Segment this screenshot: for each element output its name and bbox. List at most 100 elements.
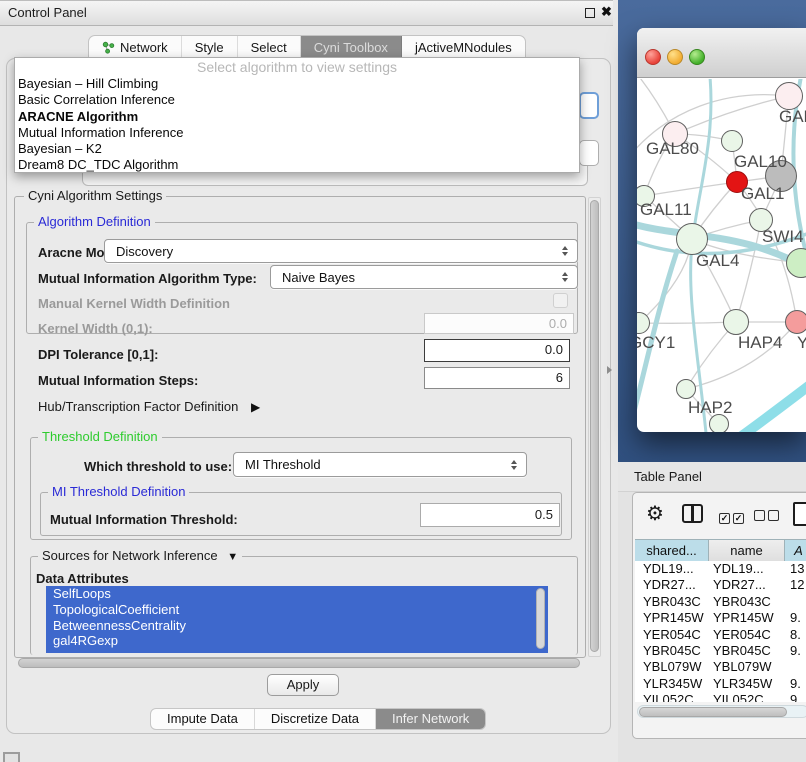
dropdown-item[interactable]: Bayesian – K2 — [15, 141, 579, 157]
network-icon — [102, 41, 115, 54]
zoom-window-button[interactable] — [689, 49, 705, 65]
gear-icon[interactable]: ⚙ — [646, 501, 664, 526]
cell-shared: YDL19... — [643, 561, 694, 577]
dropdown-item[interactable]: Basic Correlation Inference — [15, 92, 579, 108]
attribute-item-selected[interactable]: gal4RGexp — [46, 633, 548, 649]
cell-name: YDL19... — [713, 561, 764, 577]
dropdown-item-selected[interactable]: ARACNE Algorithm — [15, 109, 579, 125]
attribute-item-selected[interactable]: TopologicalCoefficient — [46, 602, 548, 618]
cell-name: YBL079W — [713, 659, 772, 675]
settings-vertical-scrollbar[interactable] — [588, 197, 601, 657]
hidden-combobox-fragment[interactable] — [579, 140, 599, 166]
aracne-mode-combobox[interactable]: Discovery — [104, 239, 578, 263]
spinner-arrows-icon — [562, 272, 577, 282]
which-threshold-label: Which threshold to use: — [84, 459, 232, 474]
node-gal10[interactable] — [721, 130, 743, 152]
cell-name: YIL052C — [713, 692, 764, 702]
spinner-arrows-icon — [511, 460, 526, 470]
network-canvas[interactable]: GAL GAL80 GAL10 GAL1 GAL11 SWI4 GAL4 GCY… — [637, 79, 806, 432]
apply-button[interactable]: Apply — [267, 674, 339, 696]
tab-jactivemnodules[interactable]: jActiveMNodules — [402, 36, 525, 58]
close-window-button[interactable] — [645, 49, 661, 65]
mi-threshold-group-title: MI Threshold Definition — [48, 485, 189, 498]
attribute-list-scrollbar[interactable] — [536, 588, 545, 649]
table-horizontal-scrollbar-thumb[interactable] — [639, 707, 787, 717]
screen: Control Panel ✖ Network Style Select Cyn… — [0, 0, 806, 762]
attribute-item-selected[interactable]: SelfLoops — [46, 586, 548, 602]
cell-name: YBR043C — [713, 594, 771, 610]
minimize-window-button[interactable] — [667, 49, 683, 65]
settings-horizontal-scrollbar[interactable] — [16, 657, 586, 670]
tab-cyni-toolbox[interactable]: Cyni Toolbox — [301, 36, 402, 58]
split-columns-icon[interactable] — [682, 504, 703, 523]
expanded-arrow-icon: ▼ — [227, 551, 238, 563]
sources-toggle[interactable]: Sources for Network Inference ▼ — [38, 549, 242, 564]
minimized-panel-grip[interactable] — [3, 752, 20, 762]
mi-type-label: Mutual Information Algorithm Type: — [38, 271, 257, 286]
dropdown-item[interactable]: Dream8 DC_TDC Algorithm — [15, 157, 579, 173]
sources-title: Sources for Network Inference — [42, 548, 218, 563]
cell-value: 9 — [790, 692, 797, 702]
cell-name: YPR145W — [713, 610, 774, 626]
tab-discretize-data[interactable]: Discretize Data — [255, 709, 376, 729]
cell-shared: YPR145W — [643, 610, 704, 626]
node-salmon[interactable] — [785, 310, 806, 334]
dropdown-prompt: Select algorithm to view settings — [15, 58, 579, 76]
cell-name: YLR345W — [713, 676, 772, 692]
node-label-y-clipped: Y — [797, 333, 806, 353]
node-hap2[interactable] — [676, 379, 696, 399]
tab-impute-data[interactable]: Impute Data — [151, 709, 255, 729]
aracne-mode-value: Discovery — [105, 244, 562, 259]
cell-value: 12 — [790, 577, 804, 593]
node-label-gal80: GAL80 — [646, 139, 699, 159]
tab-infer-network[interactable]: Infer Network — [376, 709, 485, 729]
tab-network[interactable]: Network — [89, 36, 182, 58]
node-gal-top[interactable] — [775, 82, 803, 110]
node-label-hap2: HAP2 — [688, 398, 732, 418]
hidden-refresh-button-fragment[interactable] — [579, 92, 599, 119]
tab-style-label: Style — [195, 37, 224, 58]
node-label-gal1: GAL1 — [741, 184, 784, 204]
table-horizontal-scrollbar[interactable] — [637, 705, 806, 718]
deselect-all-columns-icon[interactable] — [754, 509, 779, 524]
mi-steps-field[interactable]: 6 — [424, 367, 570, 389]
dpi-tolerance-field[interactable]: 0.0 — [424, 339, 570, 362]
attribute-item-selected[interactable]: BetweennessCentrality — [46, 618, 548, 634]
dropdown-item[interactable]: Mutual Information Inference — [15, 125, 579, 141]
kernel-width-field[interactable]: 0.0 — [424, 313, 574, 334]
data-attributes-list[interactable]: SelfLoops TopologicalCoefficient Between… — [46, 586, 548, 653]
cell-value: 9. — [790, 676, 801, 692]
cell-value: 9. — [790, 610, 801, 626]
hub-definition-toggle[interactable]: Hub/Transcription Factor Definition ▶ — [38, 399, 260, 414]
dropdown-item[interactable]: Bayesian – Hill Climbing — [15, 76, 579, 92]
settings-horizontal-scrollbar-thumb[interactable] — [18, 658, 580, 668]
node-label-gal11: GAL11 — [640, 200, 692, 220]
network-window-titlebar[interactable] — [637, 28, 806, 78]
float-panel-icon[interactable] — [585, 8, 595, 18]
tab-select[interactable]: Select — [238, 36, 301, 58]
tab-select-label: Select — [251, 37, 287, 58]
tab-style[interactable]: Style — [182, 36, 238, 58]
column-header-clipped[interactable]: A — [785, 540, 806, 562]
cell-shared: YBR045C — [643, 643, 701, 659]
mi-threshold-field[interactable]: 0.5 — [420, 503, 560, 527]
column-header-shared[interactable]: shared... — [635, 540, 709, 562]
close-panel-icon[interactable]: ✖ — [601, 4, 612, 20]
splitpane-arrow-icon[interactable] — [607, 366, 612, 374]
which-threshold-combobox[interactable]: MI Threshold — [233, 452, 527, 477]
cell-shared: YBR043C — [643, 594, 701, 610]
column-header-name[interactable]: name — [709, 540, 785, 562]
settings-vertical-scrollbar-thumb[interactable] — [590, 200, 599, 652]
mi-type-combobox[interactable]: Naive Bayes — [270, 265, 578, 289]
manual-kernel-checkbox[interactable] — [553, 293, 568, 308]
table-rows: YDL19... YDL19... 13 YDR27... YDR27... 1… — [635, 561, 806, 702]
table-row[interactable]: YDL19... YDL19... 13 — [635, 561, 806, 577]
node-hap4[interactable] — [723, 309, 749, 335]
node-label-gcy1: GCY1 — [637, 333, 675, 353]
threshold-definition-title: Threshold Definition — [38, 430, 162, 443]
select-all-columns-icon[interactable]: ✓✓ — [719, 509, 744, 524]
cell-value: 13 — [790, 561, 804, 577]
cell-shared: YIL052C — [643, 692, 694, 702]
table-header-row: shared... name A — [635, 539, 806, 561]
export-table-icon[interactable] — [793, 502, 806, 526]
